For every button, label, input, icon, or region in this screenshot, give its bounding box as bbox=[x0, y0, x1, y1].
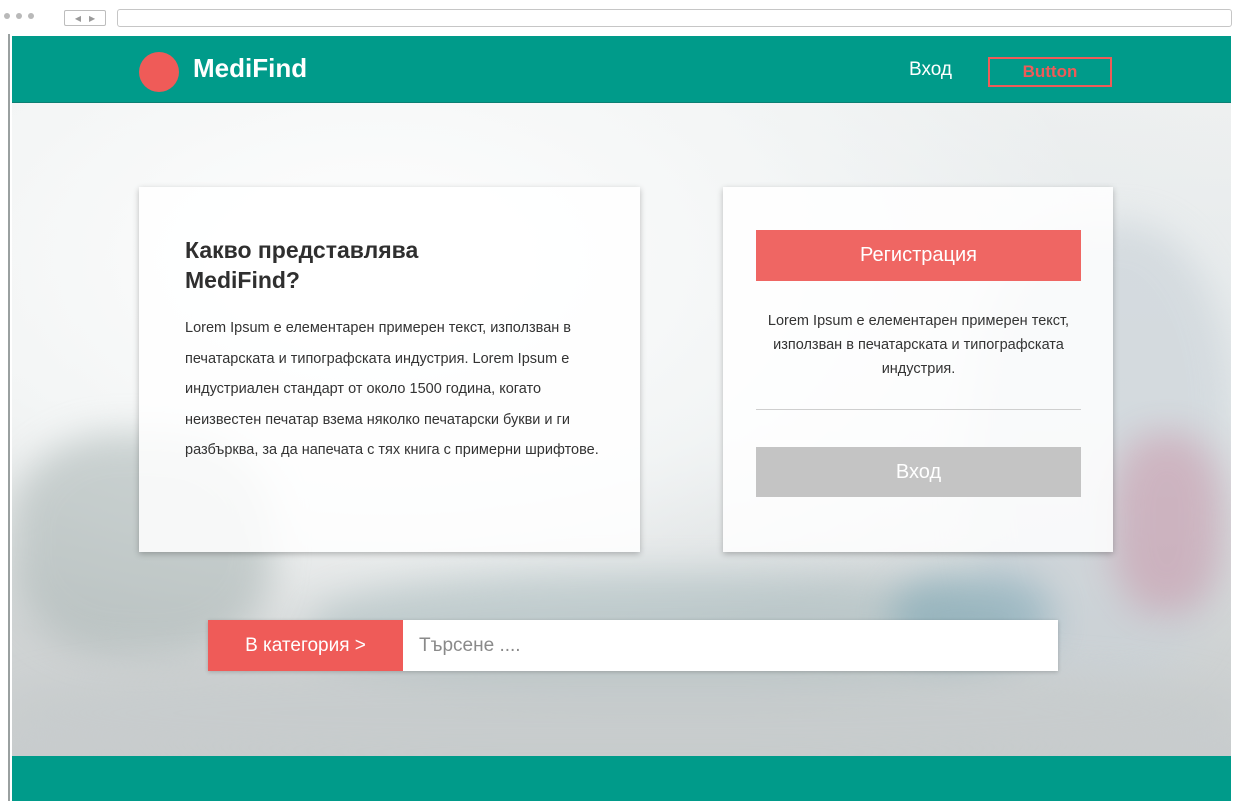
about-card: Какво представлява MediFind? Lorem Ipsum… bbox=[139, 187, 640, 552]
header-login-link[interactable]: Вход bbox=[909, 59, 952, 81]
window-minimize-dot[interactable] bbox=[16, 13, 22, 19]
header-button[interactable]: Button bbox=[988, 57, 1112, 87]
register-button[interactable]: Регистрация bbox=[756, 230, 1081, 281]
search-bar: В категория > bbox=[208, 620, 1058, 671]
about-text: Lorem Ipsum е елементарен примерен текст… bbox=[185, 320, 599, 458]
frame-border bbox=[8, 34, 10, 801]
logo-icon bbox=[139, 52, 179, 92]
register-description: Lorem Ipsum е елементарен примерен текст… bbox=[767, 313, 1070, 377]
back-arrow-icon[interactable]: ◀ bbox=[75, 14, 81, 23]
window-close-dot[interactable] bbox=[4, 13, 10, 19]
window-controls bbox=[4, 13, 34, 19]
login-button[interactable]: Вход bbox=[756, 447, 1081, 497]
background-shelf-blur bbox=[1112, 433, 1222, 613]
card-divider bbox=[756, 409, 1081, 410]
site-footer bbox=[12, 756, 1231, 801]
search-input[interactable] bbox=[403, 620, 1058, 671]
logo-text[interactable]: MediFind bbox=[193, 53, 307, 84]
address-bar[interactable] bbox=[117, 9, 1232, 27]
window-maximize-dot[interactable] bbox=[28, 13, 34, 19]
about-title: Какво представлява MediFind? bbox=[185, 237, 419, 293]
category-button[interactable]: В категория > bbox=[208, 620, 403, 671]
browser-nav-buttons: ◀ ▶ bbox=[64, 10, 106, 26]
forward-arrow-icon[interactable]: ▶ bbox=[89, 14, 95, 23]
background-shelf-blur bbox=[12, 663, 1231, 756]
site-header: MediFind Вход Button bbox=[12, 36, 1231, 103]
register-card: Регистрация Lorem Ipsum е елементарен пр… bbox=[723, 187, 1113, 552]
browser-chrome: ◀ ▶ bbox=[0, 0, 1235, 34]
